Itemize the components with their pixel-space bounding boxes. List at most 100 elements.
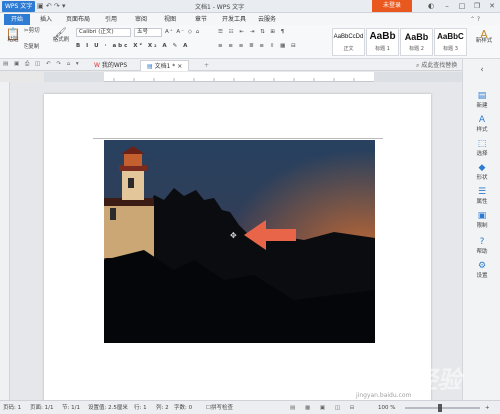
document-tab-bar: ▤ ▣ ⎙ ◫ ↶ ↷ ⌂ ▾ W 我的WPS ▤ 文档1 * × + ⌕ 成此… [0,59,500,71]
side-label: 样式 [476,127,488,133]
close-icon[interactable]: ✕ [485,1,499,12]
tab-label: 文档1 * [154,63,176,70]
style-heading2[interactable]: AaBb 标题 2 [400,28,433,56]
side-label: 新建 [476,103,488,109]
quick-access-icons[interactable]: ▣ ↶ ↷ ▾ [37,2,66,10]
tab-view[interactable]: 视图 [164,14,176,25]
help-icon: ? [479,237,485,247]
tabbar-tool-icons[interactable]: ▤ ▣ ⎙ ◫ ↶ ↷ ⌂ ▾ [3,60,81,69]
lighthouse-photo: ✥ [104,140,375,343]
tab-developer[interactable]: 开发工具 [222,14,246,25]
status-words: 字数: 0 [174,405,193,411]
tab-close-icon[interactable]: × [177,63,182,70]
side-collapse[interactable]: ‹ [463,65,500,75]
status-section: 节: 1/1 [62,405,80,411]
status-pages: 页面: 1/1 [30,405,54,411]
tab-chapter[interactable]: 章节 [195,14,207,25]
new-style-icon: A [480,28,488,41]
style-normal[interactable]: AaBbCcDd 正文 [332,28,365,56]
font-size-select[interactable]: 五号 [134,28,162,37]
style-heading3[interactable]: AaBbC 标题 3 [434,28,467,56]
zoom-level[interactable]: 100 % [378,403,395,413]
tab-review[interactable]: 审阅 [135,14,147,25]
zoom-slider[interactable] [405,407,480,409]
tab-my-wps[interactable]: W 我的WPS [88,60,133,71]
font-grow-shrink-icons[interactable]: A⁺ A⁻ ◇ ⌂ [165,28,211,37]
minimize-icon[interactable]: – [440,1,454,12]
side-settings[interactable]: ⚙ 设置 [463,261,500,279]
tab-reference[interactable]: 引用 [105,14,117,25]
ruler-ticks [44,72,462,82]
search-replace[interactable]: ⌕ 成此查找替换 [410,60,463,71]
tab-document1[interactable]: ▤ 文档1 * × [140,60,190,71]
cut-label: 剪切 [28,28,40,34]
side-panel: ‹ ▤ 新建 A 样式 ⬚ 选择 ◆ 形状 ☰ 属性 ▣ 限制 ? 帮助 ⚙ 设置 [462,59,500,400]
new-style-label: 新样式 [475,38,493,44]
margin-guide [93,138,383,139]
chevron-left-icon: ‹ [480,65,484,75]
side-limit[interactable]: ▣ 限制 [463,211,500,229]
status-col: 列: 2 [156,405,169,411]
alignment-buttons[interactable]: ≡ ≡ ≡ ≣ ≡ ⇳ ▦ ⊟ [218,42,328,51]
copy-button[interactable]: ⎘复制 [24,43,39,52]
side-new[interactable]: ▤ 新建 [463,91,500,109]
spell-check[interactable]: ☐拼写检查 [206,403,233,413]
shape-icon: ◆ [478,163,486,173]
side-label: 帮助 [476,249,488,255]
side-label: 选择 [476,151,488,157]
cursor-icon: ✥ [230,231,237,240]
side-shape[interactable]: ◆ 形状 [463,163,500,181]
baidu-watermark: Baidu 经验 [340,367,462,394]
search-label: 成此查找替换 [421,62,458,69]
status-setting: 设置值: 2.5厘米 [88,405,128,411]
font-style-buttons[interactable]: B I U · abc X² X₂ A ✎ A [76,42,211,51]
tab-start[interactable]: 开始 [4,14,30,25]
menu-right-icons[interactable]: ⌃ ? [470,14,480,25]
cut-button[interactable]: ✂剪切 [24,27,40,36]
font-select[interactable]: Calibri (正文) [76,28,131,37]
inserted-image[interactable]: ✥ [104,140,375,343]
copy-label: 复制 [28,44,40,50]
watermark-url: jingyan.baidu.com [356,392,412,399]
paste-button[interactable]: 📋 粘贴 [4,27,22,45]
side-select[interactable]: ⬚ 选择 [463,139,500,157]
side-style[interactable]: A 样式 [463,115,500,133]
ribbon: 📋 粘贴 ✂剪切 ⎘复制 🖌 格式刷 Calibri (正文) 五号 A⁺ A⁻… [0,25,500,59]
tab-cloud[interactable]: 云服务 [258,14,276,25]
spell-label: 拼写检查 [210,405,233,411]
vertical-ruler[interactable] [0,82,10,400]
status-bar: 页码: 1 页面: 1/1 节: 1/1 设置值: 2.5厘米 行: 1 列: … [0,400,500,414]
style-caption: 标题 3 [443,46,458,52]
tab-label: 我的WPS [101,62,128,69]
format-painter-button[interactable]: 🖌 格式刷 [50,27,72,45]
view-mode-icons[interactable]: ▤ ▦ ▣ ◫ ⊟ [290,403,358,413]
select-icon: ⬚ [477,139,487,149]
format-painter-label: 格式刷 [52,37,70,43]
tab-insert[interactable]: 插入 [40,14,52,25]
login-button[interactable]: 未登录 [372,0,412,12]
style-heading1[interactable]: AaBb 标题 1 [366,28,399,56]
style-preview: AaBbCcDd [333,34,364,40]
wps-logo[interactable]: WPS 文字 [2,1,36,12]
status-row: 行: 1 [134,405,147,411]
brush-icon: 🖌 [55,28,67,38]
zoom-in-icon[interactable]: + [485,403,490,413]
side-help[interactable]: ? 帮助 [463,237,500,255]
status-page: 页码: 1 [3,405,22,411]
paragraph-list-buttons[interactable]: ☰ ☷ ⇤ ⇥ ⇅ ⊞ ¶ [218,28,328,37]
horizontal-ruler[interactable] [44,72,462,82]
restore-icon[interactable]: ❐ [470,1,484,12]
style-preview: AaBb [369,31,396,42]
tab-page-layout[interactable]: 页面布局 [66,14,90,25]
side-label: 限制 [476,223,488,229]
new-style-button[interactable]: A 新样式 [470,28,498,46]
paste-icon: 📋 [5,27,21,41]
limit-icon: ▣ [477,211,487,221]
zoom-slider-handle[interactable] [438,404,442,412]
side-property[interactable]: ☰ 属性 [463,187,500,205]
wps-icon: W [94,62,102,69]
new-tab-button[interactable]: + [198,60,215,71]
skin-icon[interactable]: ◐ [424,1,438,12]
maximize-icon[interactable]: □ [455,1,469,12]
title-bar: WPS 文字 ▣ ↶ ↷ ▾ 文档1 - WPS 文字 未登录 ◐ – □ ❐ … [0,0,500,13]
